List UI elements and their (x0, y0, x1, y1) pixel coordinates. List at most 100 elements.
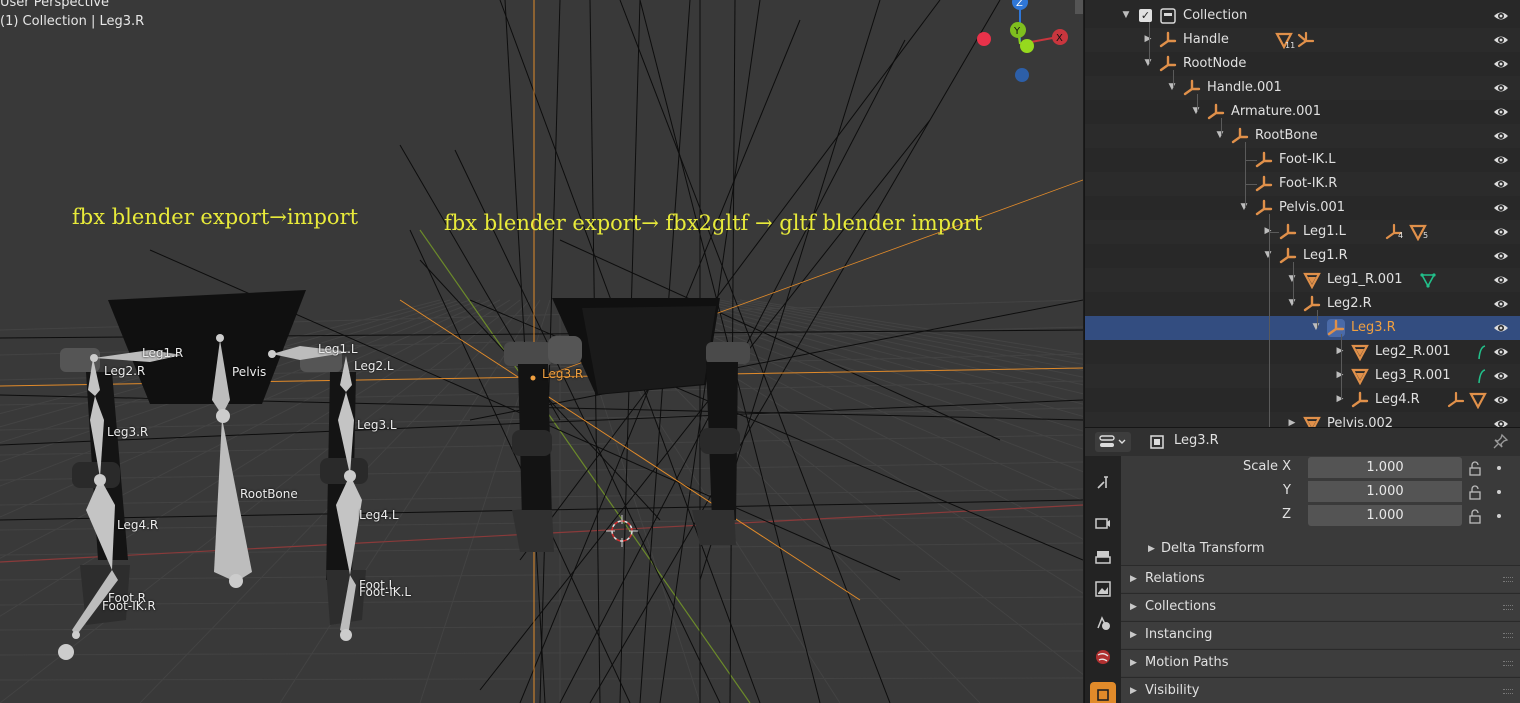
visibility-eye-icon[interactable] (1493, 104, 1509, 120)
visibility-eye-icon[interactable] (1493, 56, 1509, 72)
outliner-row[interactable]: ▼ Pelvis.001 (1085, 196, 1520, 220)
outliner-row[interactable]: ▶ Leg3_R.001 (1085, 364, 1520, 388)
outliner-row[interactable]: ▶ Pelvis.002 (1085, 412, 1520, 427)
mesh-data-icon[interactable] (1419, 271, 1437, 289)
gizmo-neg-y-icon[interactable] (1020, 39, 1034, 53)
expand-arrow-icon[interactable]: ▼ (1263, 250, 1273, 260)
outliner-panel[interactable]: ▼ ✓ Collection ▶ Handle 11 ▼ RootNode ▼ Handle.00… (1084, 0, 1520, 427)
3d-cursor[interactable] (606, 515, 638, 547)
outliner-row[interactable]: ▶ Leg2_R.001 (1085, 340, 1520, 364)
visibility-eye-icon[interactable] (1493, 224, 1509, 240)
visibility-eye-icon[interactable] (1493, 152, 1509, 168)
keyframe-dot[interactable] (1497, 490, 1501, 494)
outliner-row[interactable]: Foot-IK.L (1085, 148, 1520, 172)
expand-arrow-icon[interactable]: ▼ (1311, 322, 1321, 332)
leg4-child-badges[interactable] (1447, 391, 1497, 409)
expand-arrow-icon[interactable]: ▼ (1215, 130, 1225, 140)
drag-handle-icon[interactable] (1503, 661, 1513, 666)
tab-view-layer[interactable] (1090, 576, 1116, 602)
expand-arrow-icon[interactable]: ▶ (1335, 346, 1345, 356)
lock-icon[interactable] (1467, 484, 1483, 500)
lock-icon[interactable] (1467, 460, 1483, 476)
visibility-eye-icon[interactable] (1493, 248, 1509, 264)
modifier-data-icon[interactable] (1477, 367, 1487, 385)
tab-object[interactable] (1090, 682, 1116, 703)
panel-relations[interactable]: ▶ Relations (1121, 565, 1520, 592)
visibility-eye-icon[interactable] (1493, 344, 1509, 360)
expand-arrow-icon[interactable]: ▼ (1287, 274, 1297, 284)
expand-arrow-icon[interactable]: ▶ (1287, 418, 1297, 427)
scale-x-field[interactable]: 1.000 (1308, 457, 1462, 478)
expand-arrow-icon[interactable]: ▼ (1287, 298, 1297, 308)
visibility-eye-icon[interactable] (1493, 8, 1509, 24)
viewport-region-toggle[interactable] (1075, 0, 1083, 14)
joint-leg1r (90, 354, 98, 362)
pin-icon[interactable] (1493, 433, 1509, 449)
outliner-row[interactable]: ▼ Leg3.R (1085, 316, 1520, 340)
keyframe-dot[interactable] (1497, 466, 1501, 470)
outliner-row[interactable]: ▼ Armature.001 (1085, 100, 1520, 124)
visibility-eye-icon[interactable] (1493, 320, 1509, 336)
drag-handle-icon[interactable] (1503, 689, 1513, 694)
outliner-row[interactable]: ▼ Leg1_R.001 (1085, 268, 1520, 292)
panel-visibility[interactable]: ▶ Visibility (1121, 677, 1520, 703)
expand-arrow-icon[interactable]: ▼ (1121, 10, 1131, 20)
properties-panel[interactable]: Leg3.R Scale X 1.000 Y 1.000 Z 1.000 ▶ D… (1084, 427, 1520, 703)
outliner-row[interactable]: ▼ Handle.001 (1085, 76, 1520, 100)
child-mesh-badge[interactable]: 11 (1275, 31, 1315, 50)
expand-arrow-icon[interactable]: ▼ (1239, 202, 1249, 212)
expand-arrow-icon[interactable]: ▶ (1335, 394, 1345, 404)
keyframe-dot[interactable] (1497, 514, 1501, 518)
right-model[interactable] (504, 298, 750, 552)
tab-scene[interactable] (1090, 610, 1116, 636)
visibility-eye-icon[interactable] (1493, 80, 1509, 96)
outliner-row[interactable]: ▶ Leg4.R (1085, 388, 1520, 412)
expand-arrow-icon[interactable]: ▶ (1335, 370, 1345, 380)
3d-viewport[interactable]: Z X Y User Perspective (1) Collection | … (0, 0, 1083, 703)
panel-motion-paths[interactable]: ▶ Motion Paths (1121, 649, 1520, 676)
expand-arrow-icon[interactable]: ▼ (1143, 58, 1153, 68)
visibility-eye-icon[interactable] (1493, 32, 1509, 48)
gizmo-neg-x-icon[interactable] (977, 32, 991, 46)
expand-arrow-icon[interactable]: ▼ (1167, 82, 1177, 92)
visibility-eye-icon[interactable] (1493, 272, 1509, 288)
tab-world[interactable] (1090, 644, 1116, 670)
scale-y-field[interactable]: 1.000 (1308, 481, 1462, 502)
modifier-data-icon[interactable] (1477, 343, 1487, 361)
tab-render[interactable] (1090, 510, 1116, 536)
panel-instancing[interactable]: ▶ Instancing (1121, 621, 1520, 648)
child-badges[interactable]: 45 (1385, 223, 1435, 241)
visibility-eye-icon[interactable] (1493, 200, 1509, 216)
outliner-row[interactable]: ▼ RootNode (1085, 52, 1520, 76)
expand-arrow-icon[interactable]: ▶ (1143, 34, 1153, 44)
lock-icon[interactable] (1467, 508, 1483, 524)
visibility-eye-icon[interactable] (1493, 392, 1509, 408)
outliner-row[interactable]: ▶ Handle 11 (1085, 28, 1520, 52)
tab-output[interactable] (1090, 544, 1116, 570)
expand-arrow-icon[interactable]: ▶ (1263, 226, 1273, 236)
visibility-eye-icon[interactable] (1493, 368, 1509, 384)
drag-handle-icon[interactable] (1503, 633, 1513, 638)
drag-handle-icon[interactable] (1503, 577, 1513, 582)
visibility-eye-icon[interactable] (1493, 176, 1509, 192)
scale-z-field[interactable]: 1.000 (1308, 505, 1462, 526)
gizmo-neg-z-icon[interactable] (1015, 68, 1029, 82)
outliner-row[interactable]: ▼ ✓ Collection (1085, 4, 1520, 28)
delta-transform-subpanel[interactable]: ▶ Delta Transform (1121, 537, 1520, 563)
outliner-row[interactable]: Foot-IK.R (1085, 172, 1520, 196)
outliner-row[interactable]: ▼ RootBone (1085, 124, 1520, 148)
outliner-row[interactable]: ▼ Leg1.R (1085, 244, 1520, 268)
editor-type-button[interactable] (1095, 432, 1131, 452)
visibility-eye-icon[interactable] (1493, 416, 1509, 427)
panel-collections[interactable]: ▶ Collections (1121, 593, 1520, 620)
include-checkbox[interactable]: ✓ (1139, 9, 1152, 22)
drag-handle-icon[interactable] (1503, 605, 1513, 610)
navigation-gizmo[interactable]: Z X Y (977, 0, 1068, 82)
expand-arrow-icon[interactable]: ▼ (1191, 106, 1201, 116)
tab-tool[interactable] (1090, 470, 1116, 496)
visibility-eye-icon[interactable] (1493, 128, 1509, 144)
outliner-row-label: Foot-IK.L (1279, 152, 1336, 167)
outliner-row[interactable]: ▶ Leg1.L 4 5 (1085, 220, 1520, 244)
visibility-eye-icon[interactable] (1493, 296, 1509, 312)
outliner-row[interactable]: ▼ Leg2.R (1085, 292, 1520, 316)
